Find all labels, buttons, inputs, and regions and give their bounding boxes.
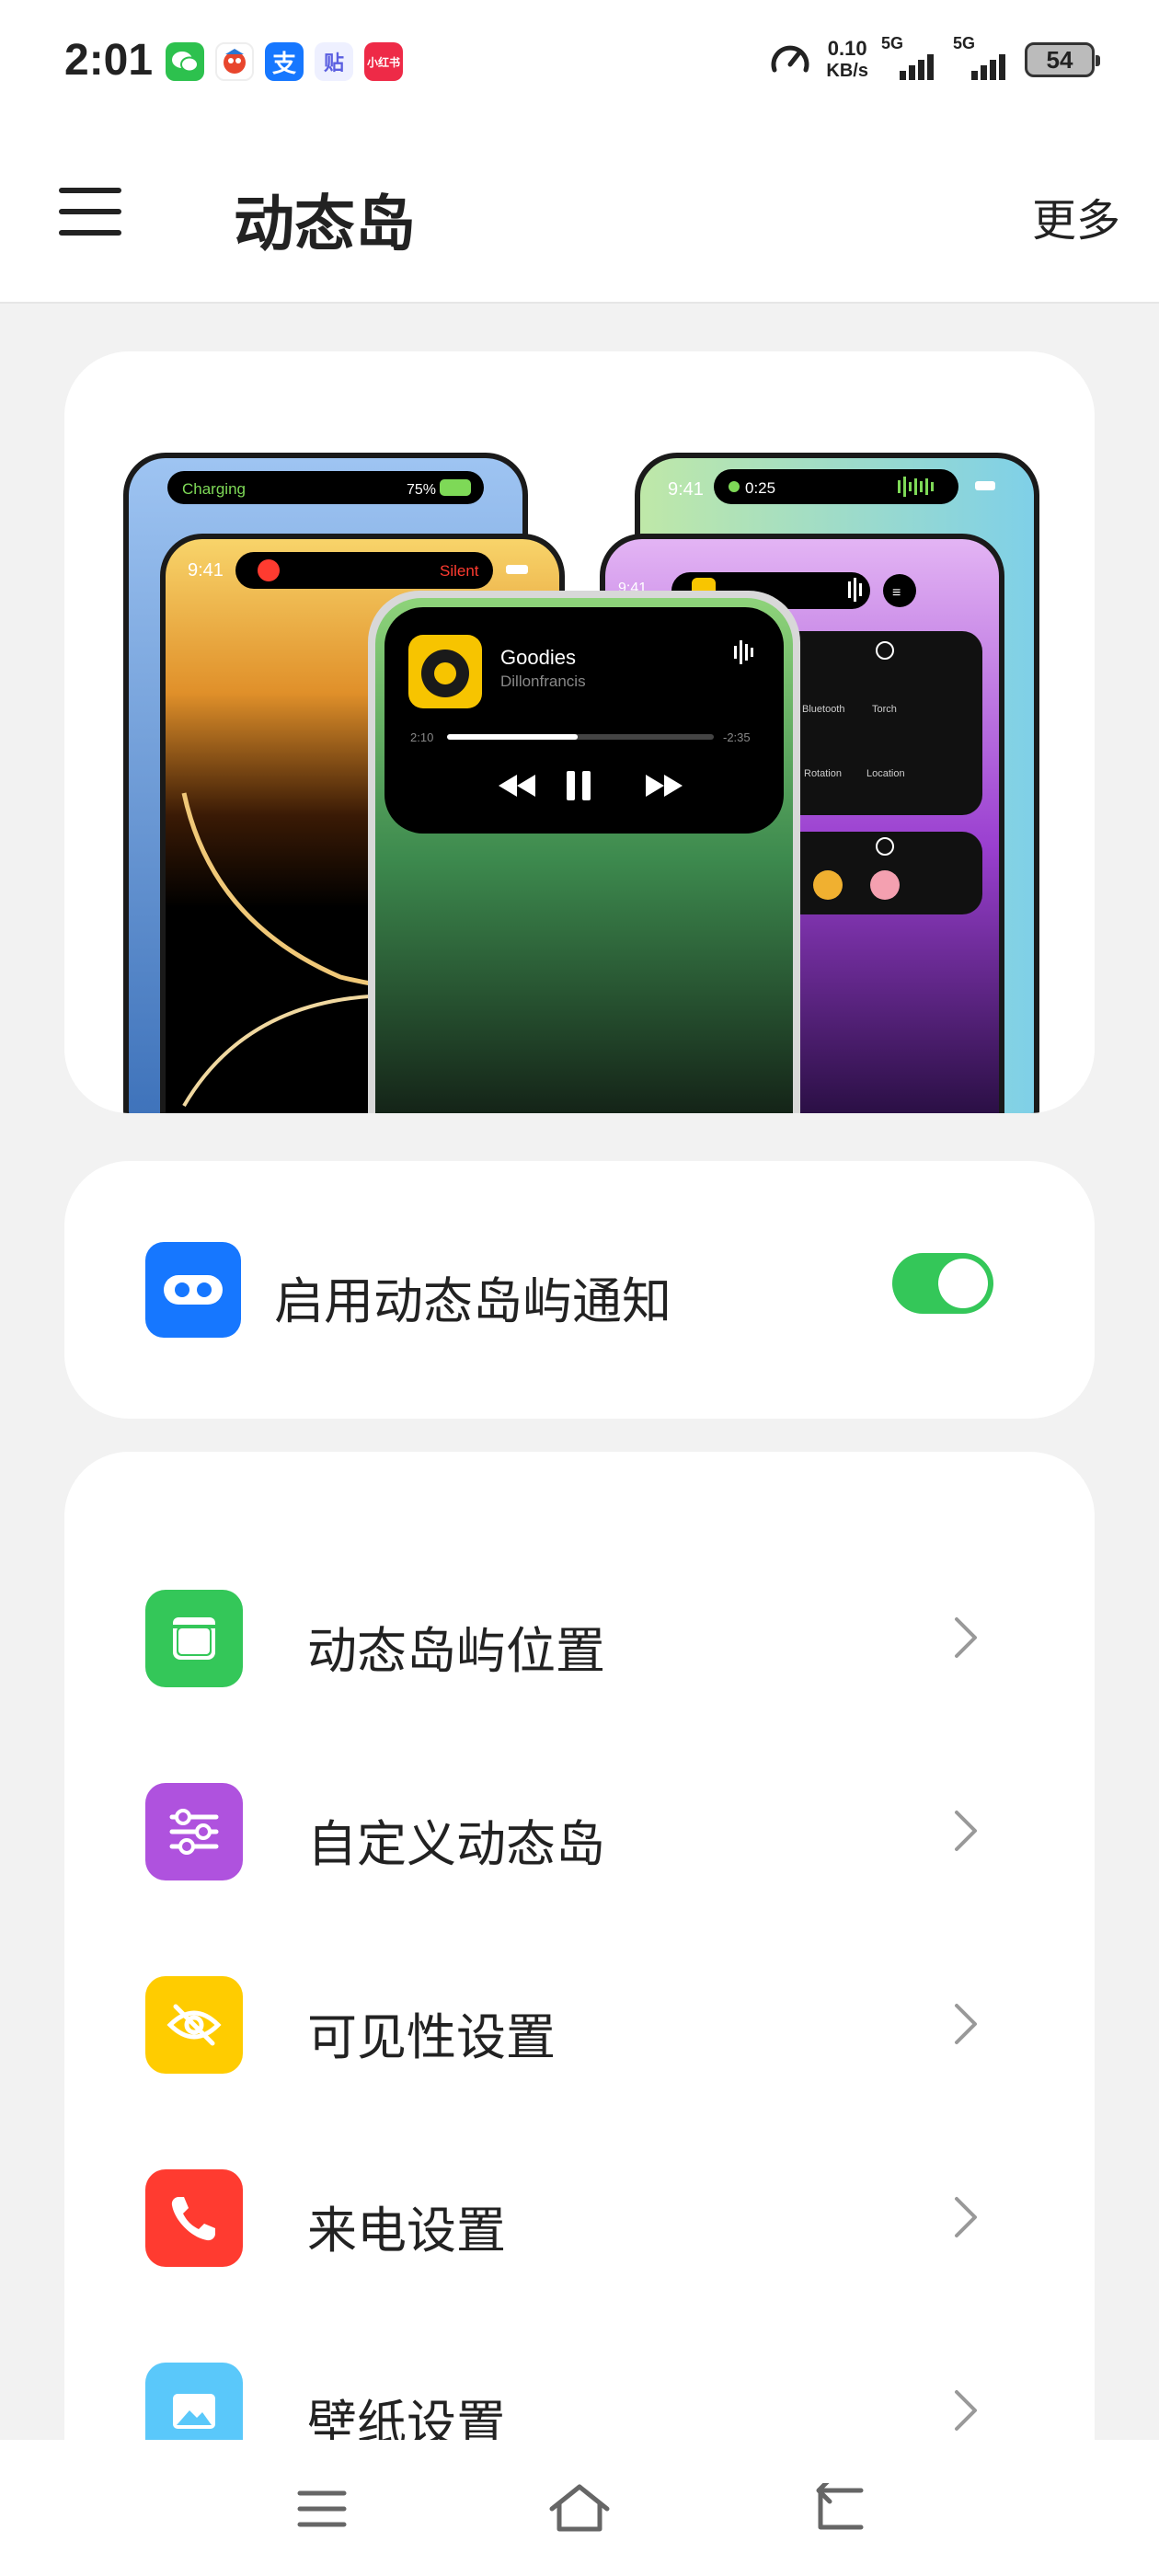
- settings-item-label: 来电设置: [307, 2202, 506, 2260]
- remaining-time: -2:35: [723, 730, 751, 744]
- signal-sim2: 5G: [953, 34, 1012, 80]
- enable-notification-label: 启用动态岛屿通知: [274, 1272, 671, 1330]
- cc-rotation: Rotation: [804, 768, 842, 779]
- network-speed-unit: KB/s: [826, 61, 868, 81]
- home-button[interactable]: [543, 2477, 616, 2541]
- cc-torch: Torch: [872, 704, 897, 715]
- dynamic-island-icon: [145, 1242, 241, 1338]
- sim1-label: 5G: [881, 34, 904, 52]
- sliders-icon: [145, 1783, 243, 1880]
- call-time: 0:25: [745, 479, 775, 497]
- game-app-icon: [215, 42, 254, 81]
- back-icon: [816, 2483, 864, 2530]
- eye-off-icon: [145, 1976, 243, 2074]
- progress-fill: [447, 734, 579, 740]
- silent-label: Silent: [440, 562, 479, 580]
- speedometer-icon: [771, 45, 809, 73]
- menu-icon[interactable]: [57, 184, 123, 239]
- chevron-right-icon: [955, 1811, 977, 1851]
- system-navigation-bar: [0, 2440, 1159, 2576]
- home-icon: [549, 2484, 610, 2532]
- enable-notification-card: 启用动态岛屿通知: [64, 1161, 1095, 1419]
- preview-illustration: Charging 75% 9:41 0:25 9:41 Silent 9:41 …: [123, 453, 1039, 1113]
- settings-item-label: 动态岛屿位置: [307, 1622, 605, 1680]
- settings-item-customize-island[interactable]: 自定义动态岛: [64, 1737, 1095, 1930]
- status-time: 2:01: [64, 36, 154, 85]
- switch-knob: [938, 1259, 988, 1308]
- settings-item-incoming-call[interactable]: 来电设置: [64, 2123, 1095, 2317]
- app-bar: 动态岛 更多: [0, 129, 1159, 304]
- time-right: 9:41: [668, 479, 704, 500]
- recents-button[interactable]: [285, 2477, 359, 2541]
- time-left: 9:41: [188, 560, 224, 581]
- charging-percent: 75%: [407, 482, 436, 498]
- signal-sim1: 5G: [881, 34, 940, 80]
- sim2-label: 5G: [953, 34, 976, 52]
- battery-level: 54: [1046, 45, 1073, 74]
- settings-item-label: 自定义动态岛: [307, 1815, 605, 1873]
- tieba-icon: 贴: [315, 42, 353, 81]
- network-speed: 0.10 KB/s: [826, 38, 868, 82]
- alipay-icon: 支: [265, 42, 304, 81]
- settings-list: 动态岛屿位置 自定义动态岛 可见性设置 来电设置 壁纸设置: [64, 1452, 1095, 2519]
- back-button[interactable]: [800, 2477, 874, 2541]
- svg-text:≡: ≡: [892, 585, 901, 601]
- more-button[interactable]: 更多: [1032, 184, 1120, 248]
- chevron-right-icon: [955, 1617, 977, 1658]
- elapsed-time: 2:10: [410, 730, 433, 744]
- settings-item-island-position[interactable]: 动态岛屿位置: [64, 1544, 1095, 1737]
- charging-label: Charging: [182, 480, 246, 498]
- recents-icon: [297, 2490, 347, 2527]
- cc-bluetooth: Bluetooth: [802, 704, 844, 715]
- settings-item-visibility[interactable]: 可见性设置: [64, 1930, 1095, 2123]
- enable-notification-switch[interactable]: [892, 1253, 993, 1314]
- cc-location: Location: [866, 768, 905, 779]
- battery-indicator: 54: [1025, 42, 1100, 77]
- window-icon: [145, 1590, 243, 1687]
- wechat-icon: [166, 42, 204, 81]
- song-artist: Dillonfrancis: [500, 673, 586, 690]
- page-title: 动态岛: [234, 189, 416, 259]
- settings-item-label: 可见性设置: [307, 2008, 556, 2066]
- xiaohongshu-icon: 小红书: [364, 42, 403, 81]
- song-title: Goodies: [500, 646, 576, 669]
- dynamic-island-preview: Charging 75% 9:41 0:25 9:41 Silent 9:41 …: [64, 351, 1095, 1113]
- network-speed-value: 0.10: [827, 37, 867, 60]
- status-bar: 2:01 支 贴 小红书 0.10 KB/s 5G 5G 54: [0, 0, 1159, 129]
- notification-app-icons: 支 贴 小红书: [166, 42, 403, 81]
- phone-icon: [145, 2169, 243, 2267]
- chevron-right-icon: [955, 2197, 977, 2237]
- chevron-right-icon: [955, 2390, 977, 2431]
- chevron-right-icon: [955, 2004, 977, 2044]
